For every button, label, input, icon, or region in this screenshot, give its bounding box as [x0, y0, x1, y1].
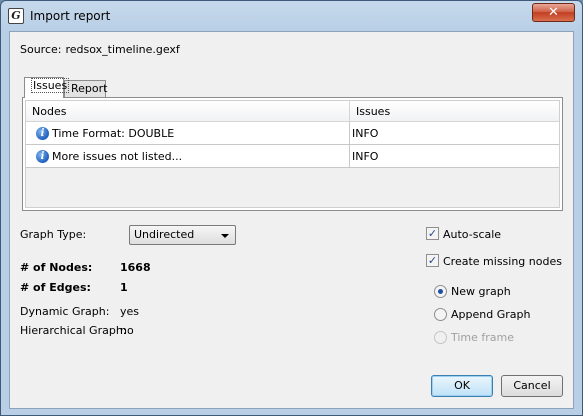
source-line: Source: redsox_timeline.gexf: [20, 43, 180, 56]
cell-node: i More issues not listed...: [26, 145, 350, 167]
edges-count-label: # of Edges:: [20, 281, 91, 294]
append-graph-radio[interactable]: [434, 308, 447, 321]
gephi-app-icon: G: [8, 8, 24, 24]
cell-issue: INFO: [352, 149, 379, 163]
graph-type-value: Undirected: [134, 228, 195, 241]
tab-report[interactable]: Report: [64, 80, 108, 98]
ok-button[interactable]: OK: [431, 375, 493, 397]
issues-table: Nodes Issues i Time Format: DOUBLE INFO …: [25, 100, 560, 208]
edges-count-value: 1: [120, 281, 128, 294]
tab-issues-label: Issues: [31, 78, 70, 93]
source-filename: redsox_timeline.gexf: [65, 43, 180, 56]
column-header-nodes[interactable]: Nodes: [26, 101, 350, 121]
tab-issues[interactable]: Issues: [24, 77, 70, 98]
close-button[interactable]: ✕: [532, 3, 575, 22]
create-missing-nodes-label[interactable]: Create missing nodes: [443, 255, 562, 268]
cell-node: i Time Format: DOUBLE: [26, 122, 350, 144]
table-header: Nodes Issues: [26, 101, 559, 122]
graph-type-label: Graph Type:: [20, 228, 87, 241]
nodes-count-label: # of Nodes:: [20, 261, 93, 274]
column-header-issues[interactable]: Issues: [350, 101, 559, 121]
cell-issue: INFO: [352, 126, 379, 140]
hierarchical-graph-value: no: [120, 324, 134, 337]
tab-report-label: Report: [71, 82, 108, 95]
source-label: Source:: [20, 43, 62, 56]
window-title: Import report: [30, 9, 111, 23]
dynamic-graph-value: yes: [120, 305, 140, 318]
new-graph-radio[interactable]: [434, 285, 447, 298]
new-graph-label[interactable]: New graph: [451, 285, 511, 298]
info-icon: i: [36, 149, 49, 163]
auto-scale-label[interactable]: Auto-scale: [443, 228, 501, 241]
create-missing-nodes-checkbox[interactable]: ✓: [426, 254, 439, 267]
hierarchical-graph-label: Hierarchical Graph:: [20, 324, 127, 337]
title-bar[interactable]: G Import report ✕: [1, 1, 582, 31]
cancel-button[interactable]: Cancel: [501, 375, 563, 397]
import-report-dialog: G Import report ✕ Source: redsox_timeline…: [0, 0, 583, 416]
graph-type-select[interactable]: Undirected: [129, 225, 236, 245]
table-row[interactable]: i Time Format: DOUBLE INFO: [26, 122, 559, 145]
cell-node-text: Time Format: DOUBLE: [52, 126, 175, 140]
issues-panel: Nodes Issues i Time Format: DOUBLE INFO …: [22, 97, 563, 211]
dialog-content: Source: redsox_timeline.gexf Issues Repor…: [9, 31, 574, 409]
dynamic-graph-label: Dynamic Graph:: [20, 305, 110, 318]
table-row[interactable]: i More issues not listed... INFO: [26, 145, 559, 168]
time-frame-radio: [434, 331, 447, 344]
nodes-count-value: 1668: [120, 261, 151, 274]
auto-scale-checkbox[interactable]: ✓: [426, 227, 439, 240]
chevron-down-icon: [221, 234, 229, 238]
append-graph-label[interactable]: Append Graph: [451, 308, 530, 321]
cell-node-text: More issues not listed...: [52, 149, 183, 163]
time-frame-label: Time frame: [451, 331, 515, 344]
info-icon: i: [36, 126, 49, 140]
